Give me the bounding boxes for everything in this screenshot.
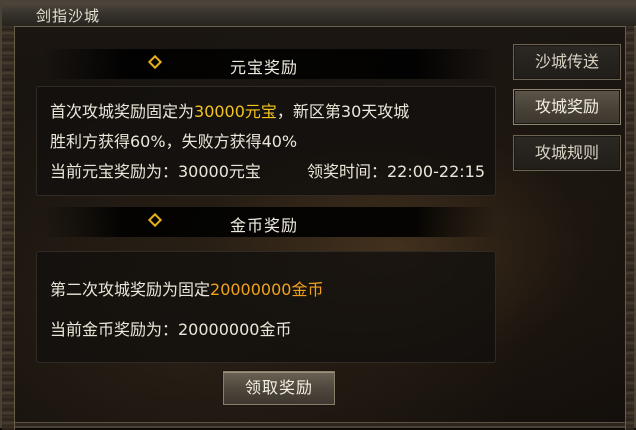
gold-panel: 第二次攻城奖励为固定20000000金币 当前金币奖励为：20000000金币 xyxy=(36,251,496,363)
tab-siege-rewards[interactable]: 攻城奖励 xyxy=(513,89,621,125)
gold-header-text: 金币奖励 xyxy=(230,216,299,235)
gold-section-header: 金币奖励 xyxy=(42,207,498,237)
yuanbao-split-line: 胜利方获得60%，失败方获得40% xyxy=(50,132,298,151)
gold-current-reward: 当前金币奖励为：20000000金币 xyxy=(50,320,292,339)
yuanbao-current-reward: 当前元宝奖励为：30000元宝 xyxy=(50,162,261,181)
diamond-icon xyxy=(147,54,163,70)
yuanbao-section-header: 元宝奖励 xyxy=(42,49,498,79)
yuanbao-amount-highlight: 30000元宝 xyxy=(194,102,277,121)
diamond-icon xyxy=(147,212,163,228)
tab-castle-teleport[interactable]: 沙城传送 xyxy=(513,44,621,80)
tab-siege-rules[interactable]: 攻城规则 xyxy=(513,135,621,171)
reward-window: 剑指沙城 元宝奖励 首次攻城奖励固定为30000元宝，新区第30天攻城 胜利方获… xyxy=(0,0,636,430)
yuanbao-rule-line: 首次攻城奖励固定为30000元宝，新区第30天攻城 xyxy=(50,102,410,121)
title-bar[interactable]: 剑指沙城 xyxy=(2,2,636,27)
yuanbao-header-text: 元宝奖励 xyxy=(230,58,299,77)
gold-rule-line: 第二次攻城奖励为固定20000000金币 xyxy=(50,280,324,299)
right-border-decoration xyxy=(625,26,634,430)
claim-reward-button[interactable]: 领取奖励 xyxy=(223,371,335,405)
window-title: 剑指沙城 xyxy=(36,7,101,25)
left-border-decoration xyxy=(2,26,15,430)
gold-amount-highlight: 20000000金币 xyxy=(210,280,324,299)
yuanbao-panel: 首次攻城奖励固定为30000元宝，新区第30天攻城 胜利方获得60%，失败方获得… xyxy=(36,86,496,196)
yuanbao-claim-time: 领奖时间：22:00-22:15 xyxy=(307,162,485,181)
